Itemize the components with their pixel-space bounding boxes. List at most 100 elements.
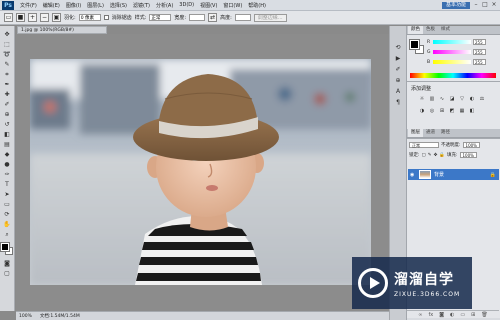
tab-styles[interactable]: 样式 <box>438 26 453 34</box>
menu-select[interactable]: 选择(S) <box>107 2 130 9</box>
lock-pixels-icon[interactable]: ▢ <box>422 153 426 158</box>
tab-channels[interactable]: 通道 <box>423 129 438 137</box>
tab-color[interactable]: 颜色 <box>408 26 423 34</box>
quick-mask-icon[interactable]: ◙ <box>2 259 13 268</box>
tab-layers[interactable]: 图层 <box>408 129 423 137</box>
eyedropper-icon[interactable]: ✒ <box>2 80 13 89</box>
zoom-level[interactable]: 100% <box>19 314 32 319</box>
paragraph-icon[interactable]: ¶ <box>394 99 403 107</box>
menu-analysis[interactable]: 分析(A) <box>153 2 176 9</box>
menu-edit[interactable]: 编辑(E) <box>40 2 63 9</box>
menu-filter[interactable]: 滤镜(T) <box>130 2 153 9</box>
photo-filter-icon[interactable]: ◎ <box>429 108 435 114</box>
red-slider[interactable] <box>433 40 471 44</box>
width-input[interactable] <box>189 14 206 21</box>
invert-icon[interactable]: ◩ <box>449 108 455 114</box>
history-icon[interactable]: ⟲ <box>394 44 403 52</box>
delete-layer-icon[interactable]: 🗑 <box>481 312 487 318</box>
black-white-icon[interactable]: ◑ <box>419 108 425 114</box>
close-icon[interactable]: × <box>490 1 498 9</box>
hand-tool-icon[interactable]: ✋ <box>2 220 13 229</box>
move-tool-icon[interactable]: ✥ <box>2 30 13 39</box>
gradient-tool-icon[interactable]: ▤ <box>2 140 13 149</box>
menu-help[interactable]: 帮助(H) <box>245 2 269 9</box>
3d-rotate-icon[interactable]: ⟳ <box>2 210 13 219</box>
link-layers-icon[interactable]: ∞ <box>418 312 422 318</box>
feather-input[interactable] <box>78 14 101 21</box>
new-layer-icon[interactable]: ⊞ <box>471 312 475 318</box>
curves-icon[interactable]: ∿ <box>439 96 445 102</box>
group-icon[interactable]: ▭ <box>460 312 465 318</box>
antialias-checkbox[interactable] <box>103 15 109 20</box>
lock-paint-icon[interactable]: ✎ <box>428 153 432 158</box>
height-input[interactable] <box>234 14 251 21</box>
levels-icon[interactable]: ▥ <box>429 96 435 102</box>
lock-all-icon[interactable]: 🔒 <box>439 153 445 158</box>
character-icon[interactable]: A <box>394 88 403 96</box>
maximize-icon[interactable]: □ <box>481 1 489 9</box>
marquee-tool-icon[interactable]: ⬚ <box>2 40 13 49</box>
style-select[interactable] <box>149 14 172 21</box>
exposure-icon[interactable]: ◪ <box>449 96 455 102</box>
refine-edge-button[interactable]: 调整边缘... <box>253 13 287 22</box>
color-swatches[interactable] <box>0 242 13 255</box>
tab-swatches[interactable]: 色板 <box>423 26 438 34</box>
hue-saturation-icon[interactable]: ◐ <box>469 96 475 102</box>
menu-window[interactable]: 窗口(W) <box>220 2 245 9</box>
clone-source-icon[interactable]: ⊕ <box>394 77 403 85</box>
type-tool-icon[interactable]: T <box>2 180 13 189</box>
clone-stamp-icon[interactable]: ⊕ <box>2 110 13 119</box>
lock-move-icon[interactable]: ✥ <box>434 153 438 158</box>
threshold-icon[interactable]: ◧ <box>469 108 475 114</box>
color-spectrum[interactable] <box>410 73 496 78</box>
minimize-icon[interactable]: – <box>472 1 480 9</box>
screen-mode-icon[interactable]: ▢ <box>2 269 13 278</box>
new-selection-icon[interactable]: ■ <box>16 13 25 22</box>
lasso-tool-icon[interactable]: ➰ <box>2 50 13 59</box>
zoom-tool-icon[interactable]: ⌕ <box>2 230 13 239</box>
shape-tool-icon[interactable]: ▭ <box>2 200 13 209</box>
document-image[interactable] <box>30 59 371 285</box>
opacity-value[interactable]: 100% <box>462 142 480 148</box>
blue-slider[interactable] <box>433 60 471 64</box>
blend-mode-select[interactable]: 正常 <box>409 142 439 148</box>
blur-tool-icon[interactable]: ◆ <box>2 150 13 159</box>
visibility-eye-icon[interactable]: ◉ <box>410 172 416 178</box>
green-value[interactable]: 255 <box>473 49 486 55</box>
vibrance-icon[interactable]: ▽ <box>459 96 465 102</box>
layer-row-background[interactable]: ◉ 背景 🔒 <box>408 169 499 180</box>
blue-value[interactable]: 255 <box>473 59 486 65</box>
foreground-color-swatch[interactable] <box>0 242 10 252</box>
menu-layer[interactable]: 图层(L) <box>84 2 107 9</box>
fill-value[interactable]: 100% <box>459 152 477 158</box>
red-value[interactable]: 255 <box>473 39 486 45</box>
menu-view[interactable]: 视图(V) <box>197 2 220 9</box>
color-balance-icon[interactable]: ⚖ <box>479 96 485 102</box>
fx-icon[interactable]: fx <box>428 312 433 318</box>
posterize-icon[interactable]: ▦ <box>459 108 465 114</box>
actions-icon[interactable]: ▶ <box>394 55 403 63</box>
brush-tool-icon[interactable]: ✐ <box>2 100 13 109</box>
history-brush-icon[interactable]: ↺ <box>2 120 13 129</box>
brightness-icon[interactable]: ☼ <box>419 96 425 102</box>
brush-panel-icon[interactable]: ✐ <box>394 66 403 74</box>
dodge-tool-icon[interactable]: ● <box>2 160 13 169</box>
menu-3d[interactable]: 3D(D) <box>176 2 197 8</box>
add-selection-icon[interactable]: + <box>28 13 37 22</box>
healing-brush-icon[interactable]: ✚ <box>2 90 13 99</box>
color-panel-swatches[interactable] <box>409 39 424 54</box>
mask-icon[interactable]: ◙ <box>439 312 444 318</box>
channel-mixer-icon[interactable]: ⊞ <box>439 108 445 114</box>
eraser-tool-icon[interactable]: ◧ <box>2 130 13 139</box>
quick-select-icon[interactable]: ✎ <box>2 60 13 69</box>
menu-image[interactable]: 图像(I) <box>63 2 84 9</box>
subtract-selection-icon[interactable]: − <box>40 13 49 22</box>
intersect-selection-icon[interactable]: ▣ <box>52 13 61 22</box>
menu-file[interactable]: 文件(F) <box>17 2 40 9</box>
swap-icon[interactable]: ⇄ <box>208 13 218 22</box>
document-tab[interactable]: 1.jpg @ 100%(RGB/8#) <box>17 26 107 34</box>
path-select-icon[interactable]: ➤ <box>2 190 13 199</box>
marquee-tool-icon[interactable]: ▭ <box>4 13 13 22</box>
crop-tool-icon[interactable]: ⌗ <box>2 70 13 79</box>
workspace-button[interactable]: 基本功能 <box>441 2 470 9</box>
